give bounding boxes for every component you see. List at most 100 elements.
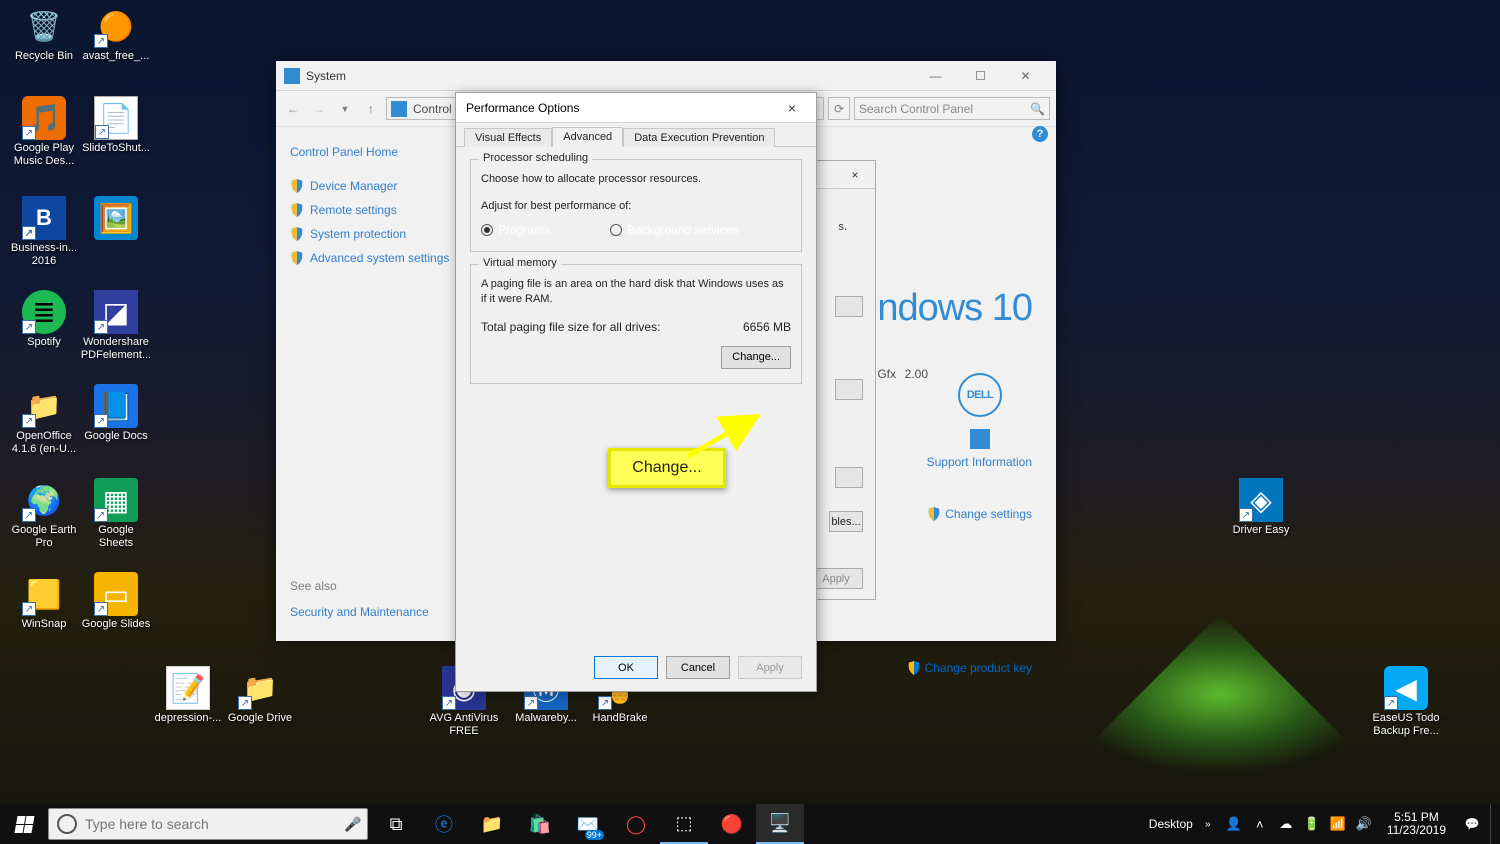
proc-desc: Choose how to allocate processor resourc…	[481, 172, 791, 187]
sysprop-button-slice[interactable]	[835, 379, 863, 400]
link-advanced-system[interactable]: Advanced system settings	[290, 251, 462, 265]
minimize-button[interactable]: —	[913, 62, 958, 90]
sysprop-text-fragment: s.	[838, 221, 847, 233]
link-remote-settings[interactable]: Remote settings	[290, 203, 462, 217]
desktop-icon-spotify[interactable]: ≣↗Spotify	[8, 290, 80, 349]
system-titlebar[interactable]: System — ☐ ✕	[276, 61, 1056, 91]
pdf-icon: ◪↗	[94, 290, 138, 334]
taskbar-clock[interactable]: 5:51 PM 11/23/2019	[1379, 811, 1454, 837]
desktop-icon-openoffice[interactable]: 📁↗OpenOffice 4.1.6 (en-U...	[8, 384, 80, 456]
link-device-manager[interactable]: Device Manager	[290, 179, 462, 193]
clock-date: 11/23/2019	[1387, 824, 1446, 837]
battery-icon[interactable]: 🔋	[1301, 816, 1323, 832]
vm-size-value: 6656 MB	[743, 320, 791, 334]
desktop-icon-wondershare[interactable]: ◪↗Wondershare PDFelement...	[80, 290, 152, 362]
cancel-button[interactable]: Cancel	[666, 656, 730, 679]
nav-forward-icon[interactable]: →	[308, 98, 330, 120]
desktop-icon-gsheets[interactable]: ▦↗Google Sheets	[80, 478, 152, 550]
close-button[interactable]: ×	[835, 168, 875, 182]
desktop-icon-business[interactable]: B↗Business-in... 2016	[8, 196, 80, 268]
taskbar-app-vivaldi[interactable]: ◯	[612, 804, 660, 844]
file-icon: 📄↗	[94, 96, 138, 140]
desktop-icon-slidetoshut[interactable]: 📄↗SlideToShut...	[80, 96, 152, 155]
people-icon[interactable]: 👤	[1223, 816, 1245, 832]
ok-button[interactable]: OK	[594, 656, 658, 679]
toolbar-chevron-icon[interactable]: »	[1197, 819, 1219, 830]
desktop-icon-gearth[interactable]: 🌍↗Google Earth Pro	[8, 478, 80, 550]
desktop-toolbar[interactable]: Desktop	[1149, 817, 1193, 831]
desktop-icon-avast[interactable]: 🟠↗avast_free_...	[80, 4, 152, 63]
action-center-button[interactable]: 💬	[1458, 804, 1486, 844]
taskbar-app-settings[interactable]: ⬚	[660, 804, 708, 844]
taskbar-search[interactable]: 🎤	[48, 808, 368, 840]
link-change-settings[interactable]: Change settings	[927, 507, 1032, 521]
search-input[interactable]	[859, 102, 1030, 116]
desktop-icon-gplay[interactable]: 🎵↗Google Play Music Des...	[8, 96, 80, 168]
apply-button[interactable]: Apply	[809, 568, 863, 589]
desktop-icon-gdocs[interactable]: 📘↗Google Docs	[80, 384, 152, 443]
windows-logo-icon	[14, 816, 34, 833]
mic-icon[interactable]: 🎤	[339, 816, 367, 833]
taskbar-app-edge[interactable]: ⓔ	[420, 804, 468, 844]
start-button[interactable]	[0, 804, 48, 844]
sysprop-button-slice[interactable]	[835, 467, 863, 488]
change-vm-button[interactable]: Change...	[721, 346, 791, 369]
link-support-information[interactable]: Support Information	[927, 455, 1032, 469]
shield-icon	[290, 227, 304, 241]
perf-footer: OK Cancel Apply	[594, 656, 802, 679]
taskbar-app-file-explorer[interactable]: 📁	[468, 804, 516, 844]
maximize-button[interactable]: ☐	[958, 62, 1003, 90]
wifi-icon[interactable]: 📶	[1327, 816, 1349, 832]
help-icon[interactable]: ?	[1032, 126, 1048, 142]
close-button[interactable]: ✕	[1003, 62, 1048, 90]
tab-visual-effects[interactable]: Visual Effects	[464, 128, 552, 147]
tab-dep[interactable]: Data Execution Prevention	[623, 128, 775, 147]
desktop-icon-unknown-card[interactable]: 🖼️	[80, 196, 152, 242]
tray-expand-icon[interactable]: ˄	[1249, 817, 1271, 832]
folder-drive-icon: 📁↗	[238, 666, 282, 710]
link-change-product-key[interactable]: Change product key	[907, 661, 1032, 675]
dialog-title: Performance Options	[466, 101, 579, 115]
shield-icon	[927, 507, 941, 521]
desktop-icon-depression[interactable]: 📝depression-...	[152, 666, 224, 725]
volume-icon[interactable]: 🔊	[1353, 816, 1375, 832]
sysprop-button-slice[interactable]	[835, 296, 863, 317]
dell-logo-icon: DELL	[958, 373, 1002, 417]
taskbar-app-unknown[interactable]: 🔴	[708, 804, 756, 844]
control-panel-home-link[interactable]: Control Panel Home	[290, 145, 462, 159]
taskbar-app-store[interactable]: 🛍️	[516, 804, 564, 844]
radio-background-services[interactable]: Background services	[610, 223, 738, 237]
control-panel-search[interactable]: 🔍	[854, 97, 1050, 120]
perf-titlebar[interactable]: Performance Options ×	[456, 93, 816, 123]
desktop-icon-driver-easy[interactable]: ◈↗Driver Easy	[1225, 478, 1297, 537]
task-view-button[interactable]: ⧉	[372, 804, 420, 844]
env-variables-button-slice[interactable]: bles...	[829, 511, 863, 532]
driver-easy-icon: ◈↗	[1239, 478, 1283, 522]
show-desktop-button[interactable]	[1490, 804, 1496, 844]
link-security-maintenance[interactable]: Security and Maintenance	[290, 605, 429, 619]
docs-icon: 📘↗	[94, 384, 138, 428]
desktop-icon-gdrive[interactable]: 📁↗Google Drive	[224, 666, 296, 725]
close-button[interactable]: ×	[778, 100, 806, 116]
see-also-label: See also	[290, 579, 337, 593]
onedrive-icon[interactable]: ☁	[1275, 816, 1297, 832]
nav-up-icon[interactable]: ↑	[360, 98, 382, 120]
trash-icon: 🗑️	[22, 4, 66, 48]
desktop-icon-winsnap[interactable]: 🟨↗WinSnap	[8, 572, 80, 631]
spotify-icon: ≣↗	[22, 290, 66, 334]
search-input[interactable]	[85, 816, 339, 832]
desktop-icon-easeus[interactable]: ◀↗EaseUS Todo Backup Fre...	[1370, 666, 1442, 738]
radio-programs[interactable]: Programs	[481, 223, 550, 237]
nav-recent-icon[interactable]: ▼	[334, 98, 356, 120]
desktop-icon-gslides[interactable]: ▭↗Google Slides	[80, 572, 152, 631]
taskbar-app-system[interactable]: 🖥️	[756, 804, 804, 844]
system-tray: Desktop » 👤 ˄ ☁ 🔋 📶 🔊 5:51 PM 11/23/2019…	[1149, 804, 1500, 844]
vm-size-label: Total paging file size for all drives:	[481, 320, 660, 334]
nav-back-icon[interactable]: ←	[282, 98, 304, 120]
tab-advanced[interactable]: Advanced	[552, 127, 623, 147]
desktop-icon-recycle-bin[interactable]: 🗑️Recycle Bin	[8, 4, 80, 63]
taskbar-app-mail[interactable]: ✉️99+	[564, 804, 612, 844]
business-icon: B↗	[22, 196, 66, 240]
nav-refresh-icon[interactable]: ⟳	[828, 97, 850, 120]
link-system-protection[interactable]: System protection	[290, 227, 462, 241]
